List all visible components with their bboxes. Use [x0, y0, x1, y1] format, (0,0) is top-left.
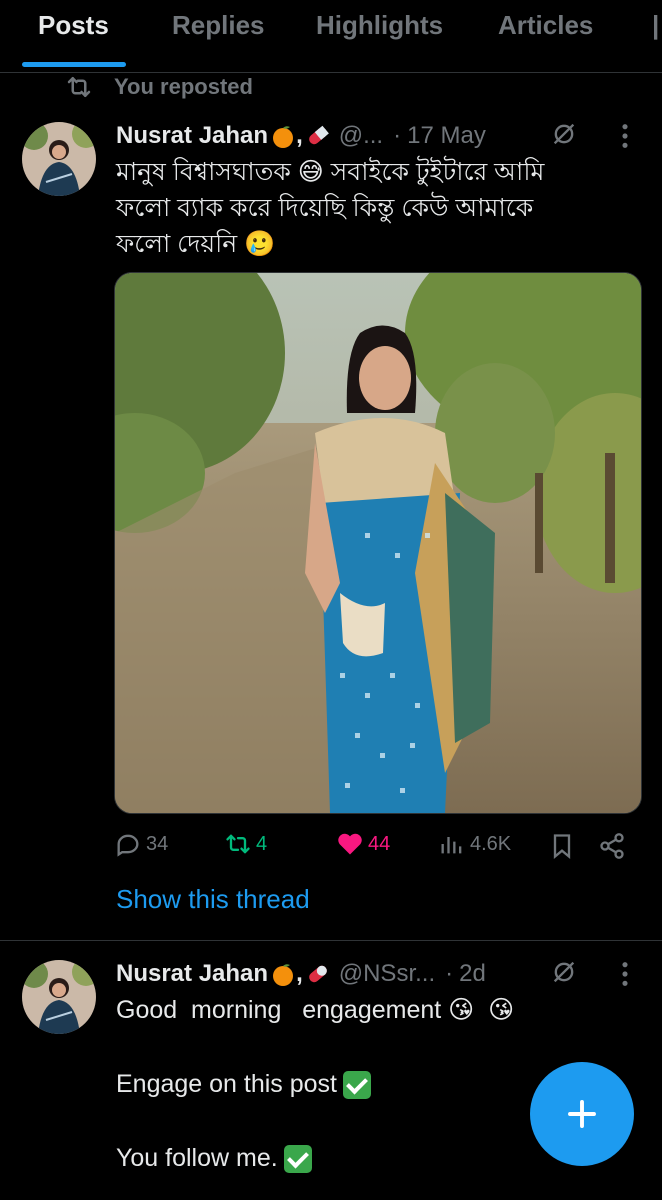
pill-emoji-icon [308, 125, 329, 145]
more-icon[interactable] [620, 122, 630, 150]
grok-icon[interactable] [550, 958, 578, 986]
more-icon[interactable] [620, 960, 630, 988]
avatar[interactable] [22, 122, 96, 196]
repost-icon [226, 834, 250, 854]
post-text-line: ফলো দেয়নি 🥲 [116, 230, 276, 258]
post-text-line: ফলো ব্যাক করে দিয়েছি কিন্তু কেউ আমাকে [116, 194, 534, 222]
compose-button[interactable] [530, 1062, 634, 1166]
author-handle[interactable]: @... [339, 122, 383, 150]
orange-emoji-icon [273, 964, 294, 986]
views-count: 4.6K [470, 832, 512, 855]
share-icon[interactable] [598, 832, 626, 860]
post-text: মানুষ বিশ্বাসঘাতক 😅 সবাইকে টুইটারে আমি ফ… [116, 154, 544, 262]
grok-icon[interactable] [550, 120, 578, 148]
author-name-suffix: , [296, 960, 303, 987]
repost-count: 4 [256, 832, 268, 855]
views-button[interactable]: 4.6K [438, 830, 511, 858]
tab-replies[interactable]: Replies [172, 10, 265, 41]
tab-articles[interactable]: Articles [498, 10, 593, 41]
avatar-image [22, 960, 96, 1034]
post-time[interactable]: 2d [459, 960, 486, 988]
checkmark-icon [283, 1145, 312, 1174]
repost-icon [67, 77, 91, 97]
active-tab-indicator [22, 62, 126, 67]
repost-button[interactable]: 4 [224, 830, 267, 858]
post-text-line: Engage on this post [116, 1066, 514, 1102]
avatar-image [22, 122, 96, 196]
post-divider [0, 940, 662, 941]
post-photo[interactable] [114, 272, 642, 814]
tab-overflow[interactable]: | [652, 10, 659, 41]
tab-highlights[interactable]: Highlights [316, 10, 443, 41]
post-header: Nusrat Jahan , @... · 17 May [116, 118, 486, 154]
photo-woman-in-saree [115, 273, 641, 813]
show-thread-link[interactable]: Show this thread [116, 884, 310, 915]
pill-emoji-icon [308, 965, 327, 983]
post-text: Good morning engagement 😘 😘 Engage on th… [116, 992, 514, 1176]
author-name-suffix: , [296, 122, 303, 149]
reply-icon [117, 834, 139, 857]
views-icon [441, 837, 462, 854]
reply-button[interactable]: 34 [114, 830, 168, 858]
post-actions: 34 4 44 4.6K [114, 830, 634, 864]
reply-count: 34 [146, 832, 169, 855]
profile-tabs: Posts Replies Highlights Articles | [0, 0, 662, 73]
repost-context: You reposted [64, 72, 253, 102]
like-button[interactable]: 44 [336, 830, 390, 858]
like-count: 44 [368, 832, 391, 855]
author-name[interactable]: Nusrat Jahan [116, 122, 268, 150]
repost-label: You reposted [114, 74, 253, 99]
post-text-line: You follow me. [116, 1140, 514, 1176]
avatar[interactable] [22, 960, 96, 1034]
author-name[interactable]: Nusrat Jahan [116, 960, 268, 988]
heart-icon [338, 833, 362, 855]
post-text-line: মানুষ বিশ্বাসঘাতক 😅 সবাইকে টুইটারে আমি [116, 158, 545, 186]
post-text-span: You follow me. [116, 1144, 278, 1172]
separator-dot: · [393, 122, 402, 149]
post-text-span: Engage on this post [116, 1070, 337, 1098]
separator-dot: · [445, 960, 454, 987]
orange-emoji-icon [273, 126, 294, 148]
author-handle[interactable]: @NSsr... [339, 960, 435, 988]
bookmark-icon[interactable] [548, 832, 576, 860]
post-time[interactable]: 17 May [407, 122, 486, 150]
plus-icon [568, 1100, 596, 1128]
post-header: Nusrat Jahan , @NSsr... · 2d [116, 956, 486, 992]
checkmark-icon [343, 1071, 371, 1100]
tab-posts[interactable]: Posts [38, 10, 109, 41]
post-text-line: Good morning engagement 😘 😘 [116, 996, 515, 1024]
